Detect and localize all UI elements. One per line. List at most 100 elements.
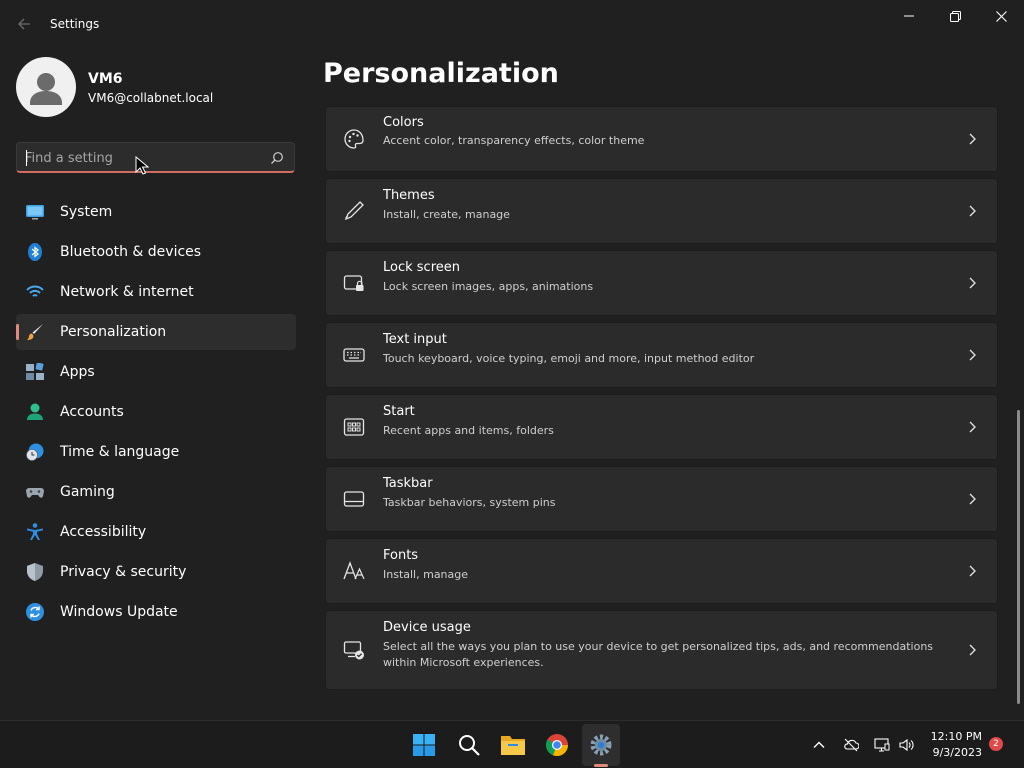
brush-icon [27,324,43,340]
profile-name: VM6 [88,71,123,87]
card-title: Device usage [383,620,471,635]
sidebar-item-personalization[interactable]: Personalization [16,314,296,350]
notification-badge[interactable]: 2 [989,737,1003,751]
sidebar-item-label: System [60,204,113,220]
sidebar-item-label: Gaming [60,484,115,500]
monitor-icon [26,205,44,220]
search-icon[interactable] [270,151,284,165]
card-title: Start [383,404,415,419]
chevron-right-icon [969,644,976,656]
clock-date: 9/3/2023 [932,746,982,759]
card-description: Lock screen images, apps, animations [383,280,594,293]
search-icon [459,735,480,756]
file-explorer-button[interactable] [499,731,527,759]
apps-icon [26,363,44,380]
card-title: Text input [383,332,447,347]
chevron-right-icon [969,349,976,361]
keyboard-icon [343,348,365,362]
windows-start-icon [413,734,435,756]
card-description: Touch keyboard, voice typing, emoji and … [383,352,755,365]
sidebar-item-windows-update[interactable]: Windows Update [16,594,296,630]
card-taskbar[interactable]: Taskbar Taskbar behaviors, system pins [325,466,998,532]
chevron-right-icon [969,133,976,145]
avatar[interactable] [16,57,76,117]
onedrive-offline-icon[interactable] [843,737,859,753]
chrome-icon [545,734,569,757]
lock-screen-icon [343,275,364,291]
person-silhouette-icon [30,73,62,105]
clock[interactable]: 12:10 PM 9/3/2023 [920,729,982,761]
search-box[interactable] [16,142,295,173]
scrollbar-thumb[interactable] [1017,410,1020,704]
mouse-cursor-icon [135,156,149,175]
sidebar-item-label: Accounts [60,404,124,420]
sidebar-item-label: Privacy & security [60,564,187,580]
back-button[interactable] [10,12,38,36]
sidebar-item-label: Bluetooth & devices [60,244,202,260]
card-description: Install, create, manage [383,208,510,221]
chevron-right-icon [969,493,976,505]
start-grid-icon [343,418,365,436]
shield-icon [27,563,43,581]
sidebar-item-bluetooth[interactable]: Bluetooth & devices [16,234,296,270]
card-start[interactable]: Start Recent apps and items, folders [325,394,998,460]
sidebar-item-gaming[interactable]: Gaming [16,474,296,510]
title-bar: Settings [0,0,1024,48]
start-button[interactable] [410,731,438,759]
network-icon[interactable] [874,737,890,753]
device-usage-icon [343,641,364,660]
sidebar-item-privacy-security[interactable]: Privacy & security [16,554,296,590]
card-device-usage[interactable]: Device usage Select all the ways you pla… [325,610,998,690]
bluetooth-icon [28,243,42,261]
taskbar: 12:10 PM 9/3/2023 [0,720,1024,768]
close-button[interactable] [978,0,1024,32]
settings-app-button[interactable] [587,731,615,759]
taskbar-icon [343,491,365,507]
sidebar-item-apps[interactable]: Apps [16,354,296,390]
card-title: Lock screen [383,260,460,275]
card-title: Taskbar [383,476,433,491]
wifi-icon [26,285,44,297]
taskbar-search-button[interactable] [455,731,483,759]
card-title: Fonts [383,548,419,563]
globe-clock-icon [26,443,44,461]
chevron-right-icon [969,205,976,217]
person-icon [27,403,43,420]
arrow-left-icon [18,18,30,30]
restore-icon [949,10,961,22]
minimize-icon [904,15,914,17]
chevron-up-icon[interactable] [811,737,827,753]
sidebar-item-label: Windows Update [60,604,178,620]
clock-time: 12:10 PM [930,730,982,743]
card-description: Install, manage [383,568,469,581]
minimize-button[interactable] [886,0,932,32]
sidebar-item-label: Network & internet [60,284,194,300]
card-themes[interactable]: Themes Install, create, manage [325,178,998,244]
sidebar-item-accounts[interactable]: Accounts [16,394,296,430]
card-title: Themes [383,188,435,203]
profile-email: VM6@collabnet.local [88,91,214,105]
sidebar-nav: System Bluetooth & devices Network & int… [16,194,296,634]
gamepad-icon [26,488,44,498]
accessibility-icon [27,523,43,540]
card-fonts[interactable]: Fonts Install, manage [325,538,998,604]
chevron-right-icon [969,277,976,289]
card-lock-screen[interactable]: Lock screen Lock screen images, apps, an… [325,250,998,316]
card-text-input[interactable]: Text input Touch keyboard, voice typing,… [325,322,998,388]
restore-button[interactable] [932,0,978,32]
card-description: Taskbar behaviors, system pins [383,496,556,509]
page-title: Personalization [323,58,559,89]
volume-icon[interactable] [898,737,914,753]
settings-gear-icon [590,734,612,756]
sidebar-item-accessibility[interactable]: Accessibility [16,514,296,550]
sidebar-item-label: Personalization [60,324,167,340]
sidebar-item-system[interactable]: System [16,194,296,230]
active-app-indicator [594,764,608,767]
chrome-button[interactable] [543,731,571,759]
sidebar-item-time-language[interactable]: Time & language [16,434,296,470]
card-colors[interactable]: Colors Accent color, transparency effect… [325,106,998,172]
sidebar-item-network[interactable]: Network & internet [16,274,296,310]
card-description: Select all the ways you plan to use your… [383,640,934,669]
chevron-right-icon [969,421,976,433]
app-title: Settings [50,17,100,31]
